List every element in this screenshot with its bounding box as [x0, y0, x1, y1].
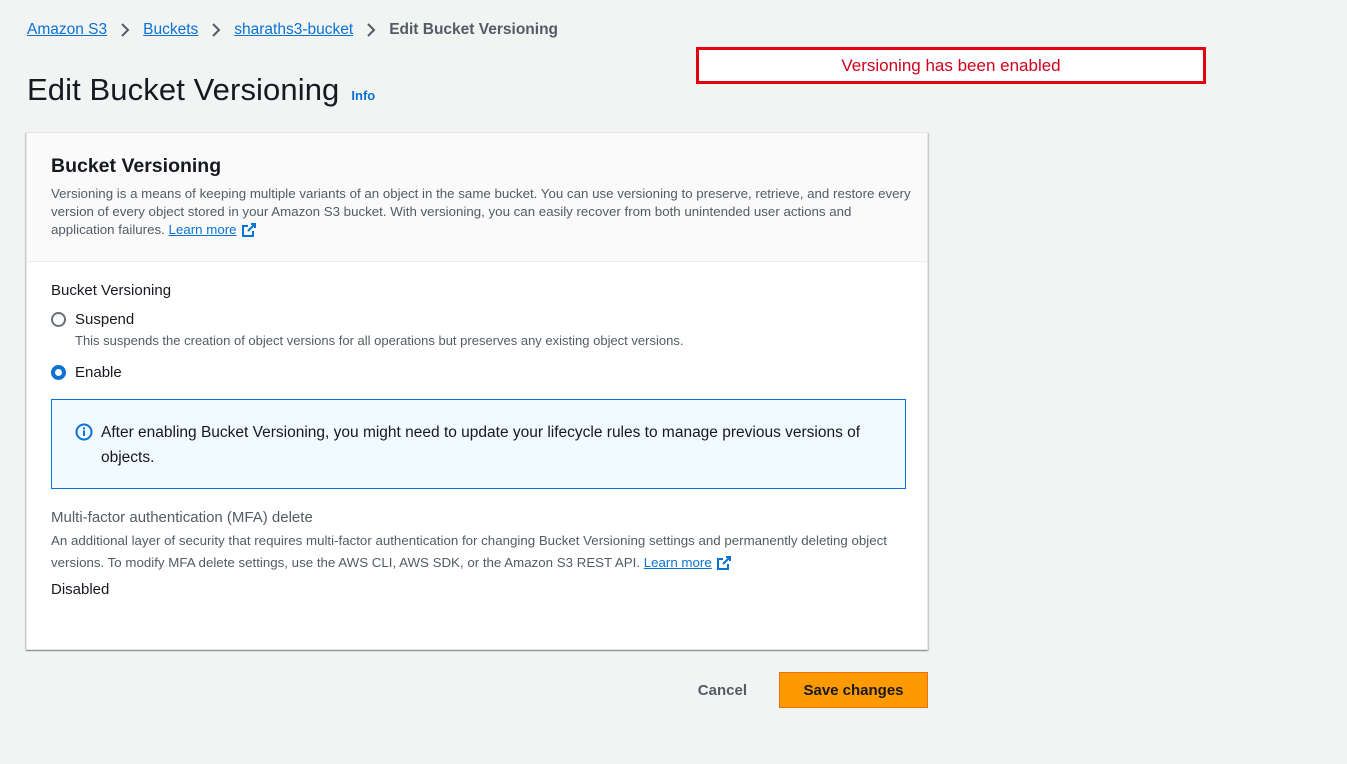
external-link-icon [716, 556, 731, 570]
learn-more-label: Learn more [168, 222, 237, 237]
versioning-field-label: Bucket Versioning [51, 282, 172, 299]
form-actions: Cancel Save changes [680, 672, 928, 708]
annotation-box: Versioning has been enabled [696, 47, 1206, 84]
panel-body: Bucket Versioning Suspend This suspends … [27, 262, 927, 598]
enable-radio-label: Enable [75, 364, 122, 381]
chevron-right-icon [107, 23, 143, 37]
bucket-versioning-panel: Bucket Versioning Versioning is a means … [26, 132, 928, 650]
page-header: Edit Bucket Versioning Info [27, 72, 375, 108]
breadcrumb-buckets-link[interactable]: Buckets [143, 21, 198, 39]
chevron-right-icon [353, 23, 389, 37]
panel-description: Versioning is a means of keeping multipl… [51, 185, 911, 239]
breadcrumb-amazon-s3-link[interactable]: Amazon S3 [27, 21, 107, 39]
learn-more-link[interactable]: Learn more [169, 221, 257, 239]
panel-header: Bucket Versioning Versioning is a means … [27, 133, 927, 262]
suspend-radio-label: Suspend [75, 311, 135, 328]
mfa-description-text: An additional layer of security that req… [51, 533, 887, 570]
info-link[interactable]: Info [351, 88, 375, 103]
info-icon [75, 423, 93, 441]
panel-title: Bucket Versioning [51, 155, 222, 177]
chevron-right-icon [198, 23, 234, 37]
breadcrumb-current: Edit Bucket Versioning [389, 21, 558, 38]
suspend-radio[interactable] [51, 312, 66, 327]
mfa-status: Disabled [51, 581, 110, 598]
mfa-description: An additional layer of security that req… [51, 530, 911, 574]
breadcrumb-bucket-link[interactable]: sharaths3-bucket [234, 21, 353, 39]
enable-radio[interactable] [51, 365, 66, 380]
cancel-button[interactable]: Cancel [698, 682, 747, 699]
annotation-text: Versioning has been enabled [841, 55, 1061, 75]
save-changes-button[interactable]: Save changes [779, 672, 928, 708]
suspend-radio-option[interactable]: Suspend [51, 311, 903, 328]
mfa-title: Multi-factor authentication (MFA) delete [51, 509, 313, 526]
suspend-description: This suspends the creation of object ver… [75, 333, 684, 348]
info-alert: After enabling Bucket Versioning, you mi… [51, 399, 906, 489]
enable-radio-option[interactable]: Enable [51, 364, 903, 381]
alert-text: After enabling Bucket Versioning, you mi… [101, 424, 861, 466]
mfa-learn-more-label: Learn more [643, 555, 712, 570]
mfa-learn-more-link[interactable]: Learn more [644, 552, 732, 574]
page-title: Edit Bucket Versioning [27, 72, 340, 107]
external-link-icon [241, 223, 256, 237]
breadcrumb: Amazon S3 Buckets sharaths3-bucket Edit … [27, 21, 558, 39]
